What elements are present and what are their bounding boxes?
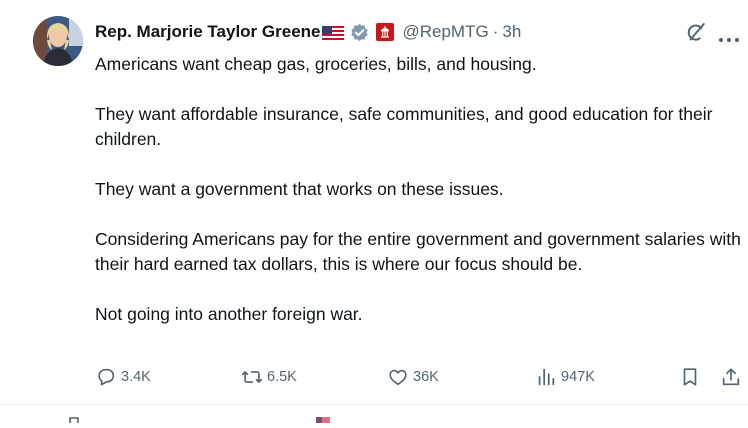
dot-separator: ·: [492, 22, 499, 41]
share-button[interactable]: [720, 366, 742, 388]
us-flag-icon: [322, 25, 345, 40]
grok-icon[interactable]: [685, 21, 707, 43]
like-icon: [389, 369, 407, 386]
action-bar: 3.4K 6.5K 36K 947K: [95, 366, 745, 388]
next-tweet-icon: [68, 410, 80, 423]
tweet-paragraph: Considering Americans pay for the entire…: [95, 229, 741, 274]
repost-button[interactable]: 6.5K: [241, 366, 297, 388]
repost-icon: [242, 371, 262, 383]
reply-count: 3.4K: [121, 369, 151, 385]
bookmark-icon: [683, 368, 697, 386]
tweet-paragraph: They want a government that works on the…: [95, 179, 504, 199]
reply-button[interactable]: 3.4K: [95, 366, 151, 388]
like-count: 36K: [413, 369, 439, 385]
tweet-paragraph: Not going into another foreign war.: [95, 304, 363, 324]
timestamp[interactable]: 3h: [502, 22, 521, 42]
tweet[interactable]: Rep. Marjorie Taylor Greene @RepMTG · 3h…: [0, 0, 748, 405]
tweet-paragraph: Americans want cheap gas, groceries, bil…: [95, 54, 537, 74]
reply-icon: [98, 368, 115, 386]
tweet-text: Americans want cheap gas, groceries, bil…: [95, 52, 745, 327]
views-button[interactable]: 947K: [535, 366, 595, 388]
views-icon: [538, 368, 555, 386]
tweet-header: Rep. Marjorie Taylor Greene @RepMTG · 3h: [95, 20, 521, 44]
share-icon: [722, 368, 740, 386]
verified-badge-icon[interactable]: [350, 23, 369, 42]
author-name[interactable]: Rep. Marjorie Taylor Greene: [95, 22, 320, 42]
avatar[interactable]: [33, 16, 83, 66]
views-count: 947K: [561, 369, 595, 385]
affiliation-icon[interactable]: [376, 23, 395, 41]
bookmark-button[interactable]: [679, 366, 701, 388]
more-icon[interactable]: [718, 30, 740, 43]
author-handle[interactable]: @RepMTG: [402, 22, 488, 42]
repost-count: 6.5K: [267, 369, 297, 385]
tweet-paragraph: They want affordable insurance, safe com…: [95, 104, 713, 149]
like-button[interactable]: 36K: [387, 366, 439, 388]
next-tweet-flag-icon: [316, 410, 330, 423]
